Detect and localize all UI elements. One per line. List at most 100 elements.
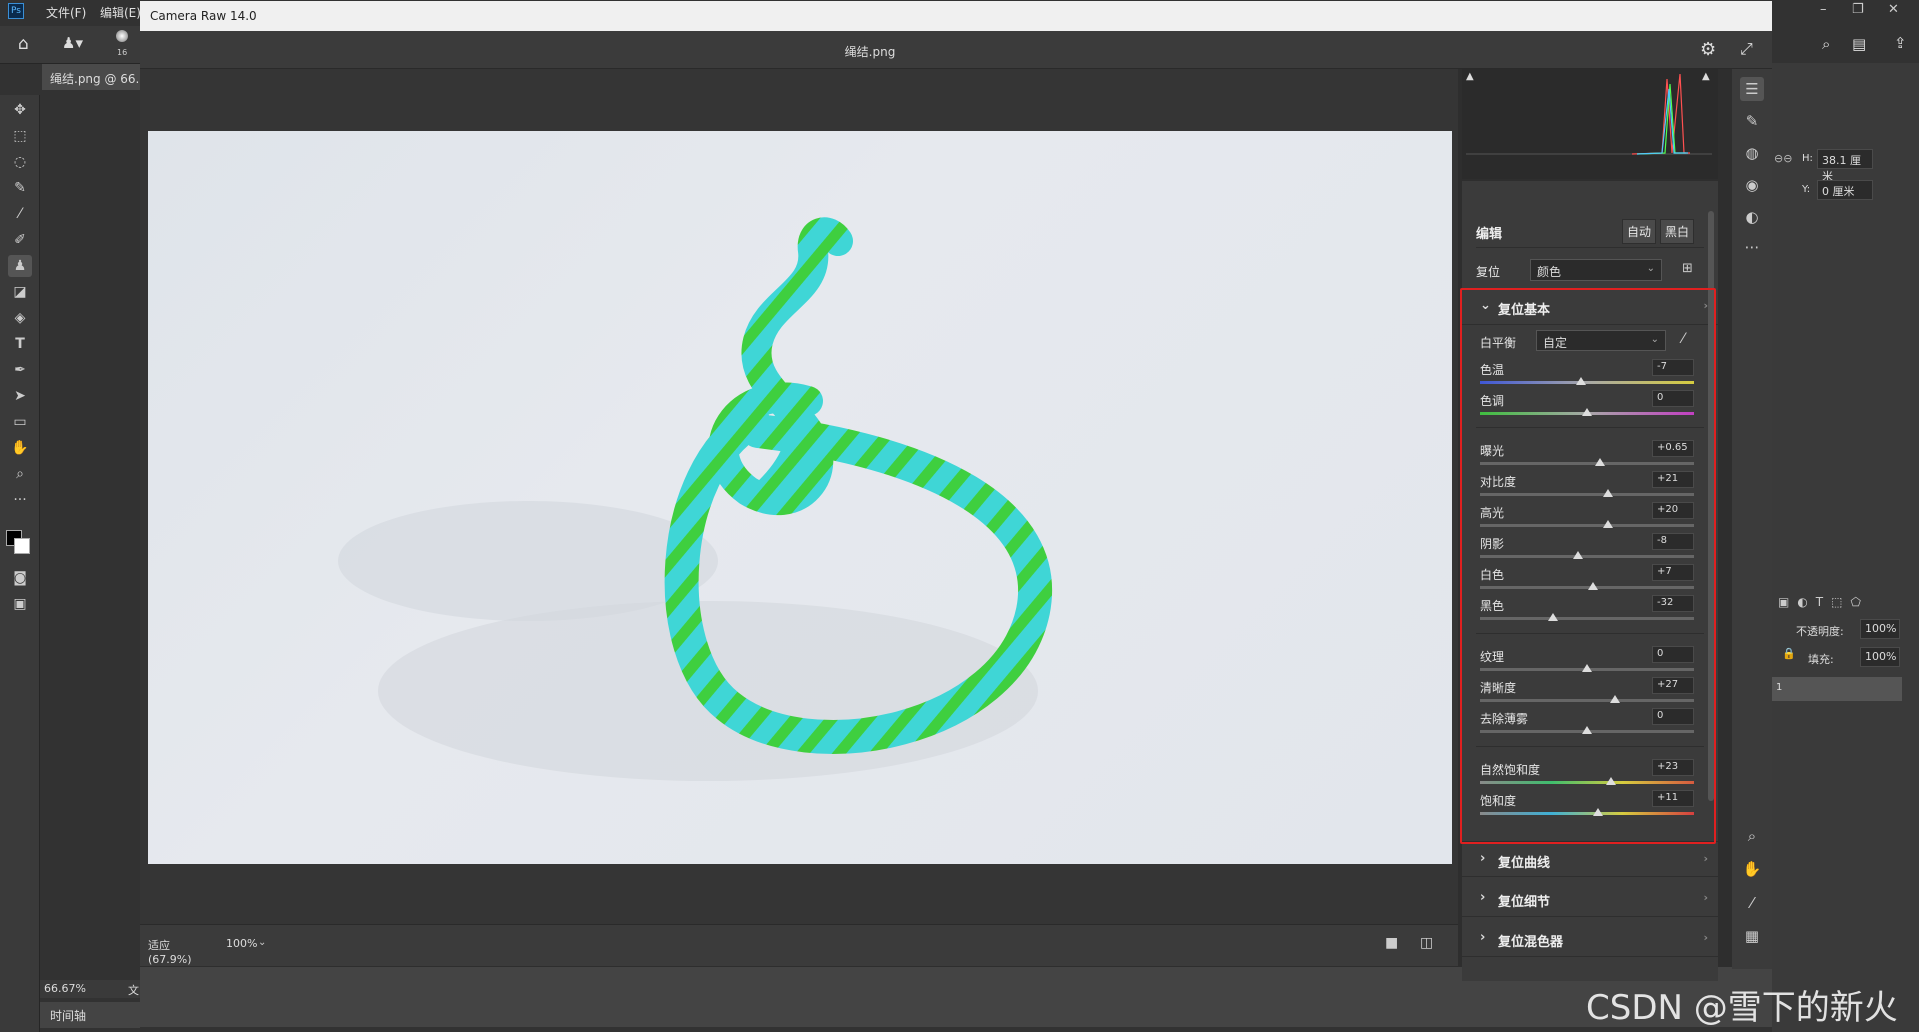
- zoom-icon[interactable]: ⌕: [1740, 824, 1764, 848]
- shadow-clip-icon[interactable]: ▲: [1466, 71, 1474, 82]
- presets-icon[interactable]: ◐: [1740, 205, 1764, 229]
- link-icon[interactable]: ⊖⊖: [1774, 152, 1792, 165]
- properties-panel: ⊖⊖ H: 38.1 厘米 Y: 0 厘米: [1772, 70, 1919, 570]
- chevron-right-icon: ›: [1480, 930, 1486, 945]
- chevron-right-icon: ›: [1480, 851, 1486, 866]
- marquee-tool-icon[interactable]: ⬚: [8, 125, 32, 147]
- paint-bucket-icon[interactable]: ◈: [8, 307, 32, 329]
- brush-preview-icon[interactable]: [116, 30, 128, 42]
- detail-title: 复位细节: [1498, 895, 1551, 910]
- move-tool-icon[interactable]: ✥: [8, 99, 32, 121]
- section-more-icon[interactable]: ›: [1703, 931, 1708, 944]
- histogram: ▲ ▲: [1462, 69, 1718, 179]
- clone-stamp-tool-icon[interactable]: ♟: [8, 255, 32, 277]
- camera-raw-header: 绳结.png ⚙ ⤢: [140, 31, 1772, 69]
- status-extra: 文: [128, 984, 139, 997]
- profile-dropdown[interactable]: 颜色 ⌄: [1530, 259, 1662, 281]
- ps-right-panels: ⌕ ▤ ⇪ ⊖⊖ H: 38.1 厘米 Y: 0 厘米 ▣◐T⬚⬠ 不透明度: …: [1772, 25, 1919, 1032]
- camera-raw-titlebar: Camera Raw 14.0: [140, 1, 1772, 31]
- rope-knot-render: [338, 217, 1052, 781]
- menu-file[interactable]: 文件(F): [46, 4, 86, 21]
- more-tools-icon[interactable]: ···: [8, 489, 32, 511]
- detail-section-header[interactable]: › 复位细节 ›: [1462, 881, 1718, 917]
- ps-logo-icon: Ps: [8, 3, 24, 19]
- histogram-graph: [1466, 73, 1712, 155]
- close-icon[interactable]: ✕: [1888, 2, 1899, 17]
- lasso-tool-icon[interactable]: ◌: [8, 151, 32, 173]
- rectangle-tool-icon[interactable]: ▭: [8, 411, 32, 433]
- highlight-box: [1460, 288, 1716, 844]
- red-eye-icon[interactable]: ◉: [1740, 173, 1764, 197]
- path-select-icon[interactable]: ➤: [8, 385, 32, 407]
- before-after-icon[interactable]: ◫: [1420, 935, 1433, 951]
- single-view-icon[interactable]: ■: [1385, 935, 1398, 951]
- settings-gear-icon[interactable]: ⚙: [1700, 39, 1716, 60]
- healing-icon[interactable]: ✎: [1740, 109, 1764, 133]
- h-label: H:: [1802, 153, 1813, 164]
- zoom-tool-icon[interactable]: ⌕: [8, 463, 32, 485]
- profile-value: 颜色: [1537, 265, 1562, 279]
- pen-tool-icon[interactable]: ✒: [8, 359, 32, 381]
- more-icon[interactable]: ⋯: [1740, 235, 1764, 259]
- zoom-level: 66.67%: [44, 982, 86, 995]
- eraser-tool-icon[interactable]: ◪: [8, 281, 32, 303]
- camera-raw-tools: ☰ ✎ ◍ ◉ ◐ ⋯ ⌕ ✋ ⁄ ▦: [1732, 69, 1772, 969]
- quick-select-icon[interactable]: ✎: [8, 177, 32, 199]
- grid-icon[interactable]: ▦: [1740, 924, 1764, 948]
- mixer-section-header[interactable]: › 复位混色器 ›: [1462, 921, 1718, 957]
- zoom-bar: 适应 (67.9%) 100% ⌄ ■ ◫: [140, 924, 1458, 976]
- opacity-field[interactable]: 100%: [1860, 619, 1900, 639]
- section-more-icon[interactable]: ›: [1703, 852, 1708, 865]
- restore-icon[interactable]: ❐: [1852, 2, 1864, 17]
- image-canvas: [140, 69, 1458, 924]
- y-label: Y:: [1802, 184, 1811, 195]
- type-tool-icon[interactable]: T: [8, 333, 32, 355]
- layers-toolbar: ▣◐T⬚⬠: [1778, 595, 1869, 609]
- layer-row[interactable]: 1: [1772, 677, 1902, 701]
- fill-label: 填充:: [1808, 653, 1834, 666]
- curve-title: 复位曲线: [1498, 856, 1551, 871]
- profile-label: 复位: [1476, 265, 1501, 279]
- zoom-dropdown-chevron-icon[interactable]: ⌄: [258, 937, 266, 948]
- h-field[interactable]: 38.1 厘米: [1817, 149, 1873, 183]
- home-icon[interactable]: ⌂: [18, 34, 29, 54]
- share-icon[interactable]: ⇪: [1894, 34, 1907, 52]
- highlight-clip-icon[interactable]: ▲: [1702, 71, 1710, 82]
- image-filename: 绳结.png: [844, 45, 896, 59]
- menu-edit[interactable]: 编辑(E): [100, 4, 141, 21]
- background-color-swatch[interactable]: [14, 538, 30, 554]
- ps-toolbar: ✥ ⬚ ◌ ✎ ⁄ ✐ ♟ ◪ ◈ T ✒ ➤ ▭ ✋ ⌕ ··· ◙ ▣: [0, 95, 40, 1032]
- fill-field[interactable]: 100%: [1860, 647, 1900, 667]
- sampler-icon[interactable]: ⁄: [1740, 891, 1764, 915]
- y-field[interactable]: 0 厘米: [1817, 180, 1873, 200]
- chevron-right-icon: ›: [1480, 890, 1486, 905]
- black-white-button[interactable]: 黑白: [1660, 219, 1694, 244]
- chevron-down-icon: ⌄: [1646, 263, 1655, 274]
- ps-options-bar: ⌂ ♟▾ 16: [0, 26, 140, 64]
- curve-section-header[interactable]: › 复位曲线 ›: [1462, 841, 1718, 877]
- quick-mask-icon[interactable]: ◙: [8, 567, 32, 589]
- stamp-preset-icon[interactable]: ♟▾: [62, 34, 83, 52]
- preview-image[interactable]: [148, 131, 1452, 864]
- search-icon[interactable]: ⌕: [1822, 35, 1830, 53]
- hand-tool-icon[interactable]: ✋: [8, 437, 32, 459]
- eyedropper-tool-icon[interactable]: ⁄: [8, 203, 32, 225]
- edit-sliders-icon[interactable]: ☰: [1740, 77, 1764, 101]
- hand-icon[interactable]: ✋: [1740, 857, 1764, 881]
- layers-panel: ▣◐T⬚⬠ 不透明度: 100% 🔒 填充: 100% 1: [1772, 585, 1919, 1032]
- divider: [1476, 247, 1704, 248]
- profile-browser-icon[interactable]: ⊞: [1682, 261, 1693, 276]
- mask-icon[interactable]: ◍: [1740, 141, 1764, 165]
- timeline-tab[interactable]: 时间轴: [40, 1002, 140, 1028]
- brush-tool-icon[interactable]: ✐: [8, 229, 32, 251]
- document-tab[interactable]: 绳结.png @ 66.7: [42, 64, 140, 90]
- section-more-icon[interactable]: ›: [1703, 891, 1708, 904]
- zoom-100-button[interactable]: 100%: [226, 937, 257, 950]
- workspace-icon[interactable]: ▤: [1852, 35, 1866, 53]
- lock-icon[interactable]: 🔒: [1782, 647, 1796, 660]
- fullscreen-icon[interactable]: ⤢: [1740, 39, 1753, 59]
- minimize-icon[interactable]: –: [1820, 2, 1827, 17]
- opacity-label: 不透明度:: [1796, 625, 1844, 638]
- auto-button[interactable]: 自动: [1622, 219, 1656, 244]
- screen-mode-icon[interactable]: ▣: [8, 593, 32, 615]
